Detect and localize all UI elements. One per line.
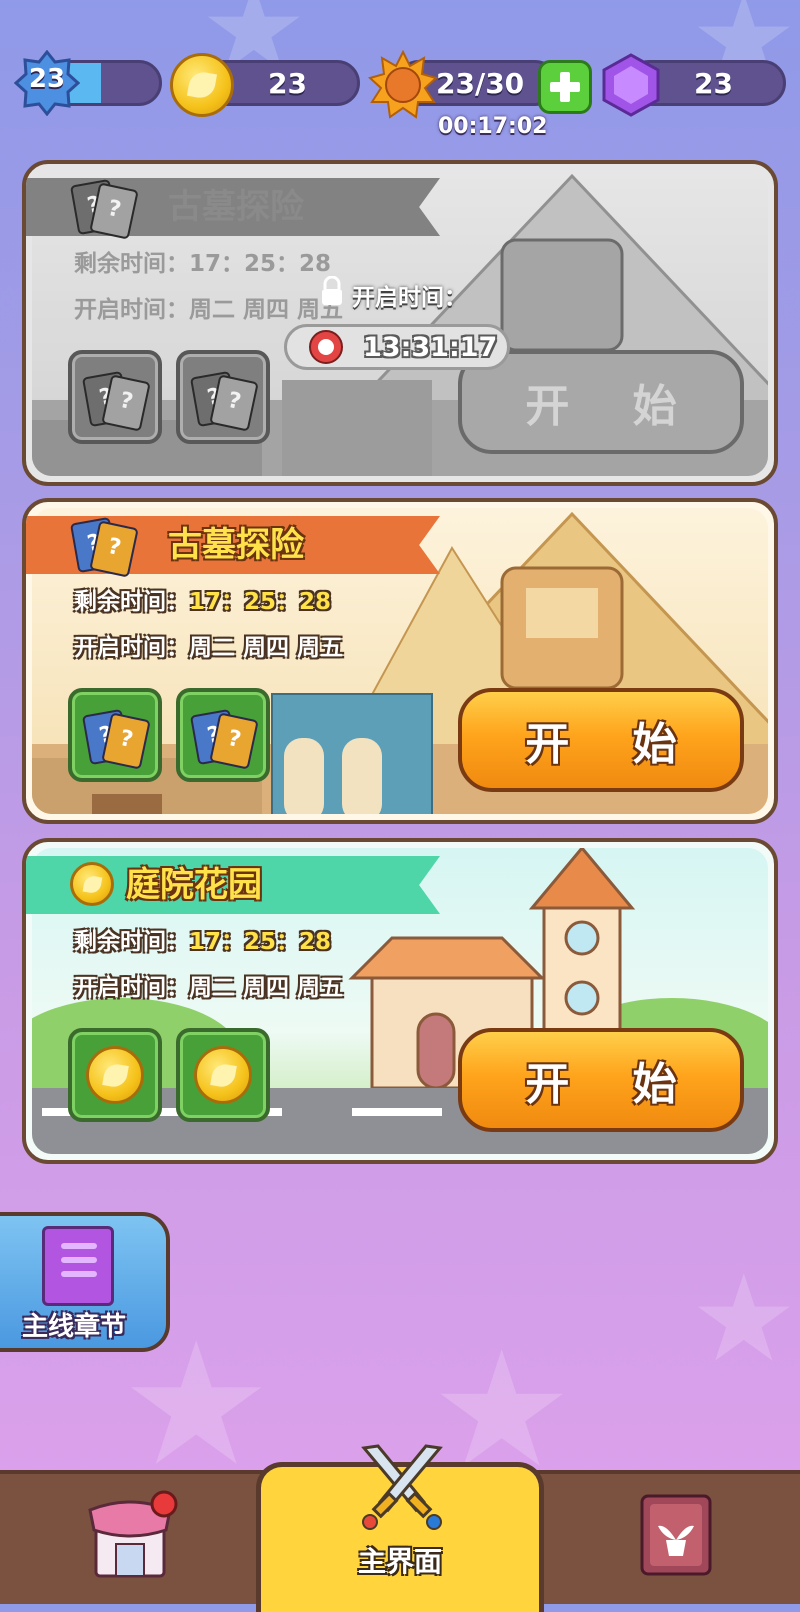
open-time: 开启时间：周二 周四 周五 (74, 290, 343, 324)
bg-star: ★ (690, 1250, 798, 1389)
reward-slot: ? ? (176, 350, 270, 444)
plant-book-icon (640, 1494, 712, 1576)
open-label: 开启时间： (74, 975, 189, 1001)
open-label: 开启时间： (74, 635, 189, 661)
coin-icon (86, 1046, 144, 1104)
remaining-time: 剩余时间：17：25：28 (74, 922, 331, 956)
remaining-value: 17：25：28 (189, 589, 332, 615)
open-time: 开启时间：周二 周四 周五 (74, 628, 343, 662)
main-chapter-button[interactable]: 主线章节 (0, 1212, 170, 1352)
mystery-cards-icon: ? ? (81, 370, 151, 432)
sun-icon (367, 49, 439, 120)
remaining-label: 剩余时间： (74, 251, 189, 277)
start-button-disabled[interactable]: 开 始 (458, 350, 744, 454)
reward-slot[interactable] (68, 1028, 162, 1122)
open-value: 周二 周四 周五 (189, 635, 344, 661)
add-energy-button[interactable] (538, 60, 592, 114)
event-card-locked: ? ? 古墓探险 剩余时间：17：25：28 开启时间：周二 周四 周五 ? ?… (22, 160, 778, 486)
book-icon (42, 1226, 114, 1306)
remaining-time: 剩余时间：17：25：28 (74, 244, 331, 278)
clock-icon (309, 330, 343, 364)
coin-icon (194, 1046, 252, 1104)
remaining-value: 17：25：28 (189, 251, 332, 277)
event-card-garden: 庭院花园 剩余时间：17：25：28 开启时间：周二 周四 周五 开 始 (22, 838, 778, 1164)
level-badge[interactable]: 23 (13, 49, 81, 117)
open-value: 周二 周四 周五 (189, 975, 344, 1001)
card-title: 古墓探险 (168, 525, 304, 565)
start-button[interactable]: 开 始 (458, 1028, 744, 1132)
energy-timer: 00:17:02 (438, 114, 548, 139)
lock-open-label: 开启时间： (352, 285, 467, 311)
gem-icon (598, 52, 664, 118)
main-chapter-label: 主线章节 (22, 1312, 127, 1342)
countdown-value: 13:31:17 (363, 332, 498, 363)
nav-collection[interactable] (636, 1490, 716, 1580)
reward-slot[interactable]: ? ? (176, 688, 270, 782)
remaining-label: 剩余时间： (74, 929, 189, 955)
mystery-cards-icon: ? ? (189, 708, 259, 770)
gem-value: 23 (694, 67, 733, 100)
coin-icon (170, 53, 234, 117)
event-card-tomb: ? ? 古墓探险 剩余时间：17：25：28 开启时间：周二 周四 周五 ? ?… (22, 498, 778, 824)
crossed-swords-icon (354, 1442, 450, 1532)
reward-slot: ? ? (68, 350, 162, 444)
card-title: 古墓探险 (168, 187, 304, 227)
reward-slot[interactable]: ? ? (68, 688, 162, 782)
mystery-cards-icon: ? ? (69, 178, 139, 240)
plus-icon (550, 72, 580, 102)
mystery-cards-icon: ? ? (189, 370, 259, 432)
lock-icon (320, 275, 344, 306)
open-time: 开启时间：周二 周四 周五 (74, 968, 343, 1002)
unlock-countdown: 13:31:17 (284, 324, 510, 370)
start-button[interactable]: 开 始 (458, 688, 744, 792)
open-label: 开启时间： (74, 297, 189, 323)
level-value: 23 (28, 64, 66, 94)
mystery-cards-icon: ? ? (81, 708, 151, 770)
reward-slot[interactable] (176, 1028, 270, 1122)
coin-icon (70, 862, 114, 906)
energy-value: 23/30 (436, 67, 525, 100)
remaining-time: 剩余时间：17：25：28 (74, 582, 331, 616)
coin-value: 23 (268, 67, 307, 100)
remaining-label: 剩余时间： (74, 589, 189, 615)
card-title: 庭院花园 (126, 865, 262, 905)
remaining-value: 17：25：28 (189, 929, 332, 955)
mystery-cards-icon: ? ? (69, 516, 139, 578)
